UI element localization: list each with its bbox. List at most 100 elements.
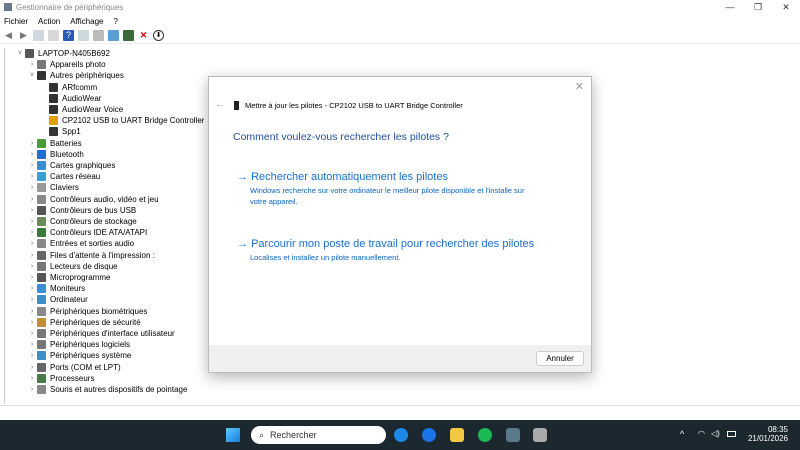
tree-item[interactable]: › Périphériques d'interface utilisateur: [27, 328, 175, 339]
download-icon[interactable]: ⬇: [153, 30, 164, 41]
file-explorer-icon[interactable]: [450, 428, 464, 442]
chevron-icon[interactable]: ›: [27, 252, 37, 259]
close-button[interactable]: ✕: [772, 0, 800, 14]
tree-item[interactable]: › Ordinateur: [27, 294, 88, 305]
tree-child-item[interactable]: AudioWear Voice: [39, 104, 123, 115]
scan-icon[interactable]: [93, 30, 104, 41]
tree-item[interactable]: › Ports (COM et LPT): [27, 362, 121, 373]
tree-item-label: Contrôleurs de bus USB: [50, 205, 137, 215]
tree-item[interactable]: › Périphériques système: [27, 350, 131, 361]
tree-item[interactable]: › Cartes graphiques: [27, 160, 115, 171]
tree-item-label: Souris et autres dispositifs de pointage: [50, 385, 188, 395]
chevron-icon[interactable]: ›: [27, 375, 37, 382]
chevron-icon[interactable]: ›: [27, 162, 37, 169]
chevron-icon[interactable]: ›: [27, 218, 37, 225]
chevron-icon[interactable]: ›: [27, 341, 37, 348]
tree-item-label: Files d'attente à l'impression :: [50, 250, 155, 260]
tree-item[interactable]: › Périphériques logiciels: [27, 339, 130, 350]
tree-item[interactable]: › Bluetooth: [27, 149, 84, 160]
chevron-icon[interactable]: ›: [27, 184, 37, 191]
chevron-icon[interactable]: ›: [27, 274, 37, 281]
browse-option[interactable]: → Parcourir mon poste de travail pour re…: [237, 238, 534, 263]
chevron-icon[interactable]: ›: [27, 196, 37, 203]
dialog-close-icon[interactable]: ✕: [575, 80, 584, 93]
tree-item[interactable]: › Entrées et sorties audio: [27, 238, 134, 249]
back-icon[interactable]: ◀: [3, 30, 14, 41]
chevron-icon[interactable]: ›: [27, 61, 37, 68]
chevron-icon[interactable]: ›: [27, 263, 37, 270]
clock[interactable]: 08:35 21/01/2026: [748, 425, 788, 443]
tree-item[interactable]: › Moniteurs: [27, 283, 85, 294]
chevron-icon[interactable]: ›: [27, 151, 37, 158]
chevron-icon[interactable]: ›: [27, 352, 37, 359]
tree-item[interactable]: ˅ Autres périphériques: [27, 70, 124, 81]
chevron-icon[interactable]: ›: [27, 330, 37, 337]
chevron-icon[interactable]: ›: [27, 207, 37, 214]
chevron-up-icon[interactable]: ^: [680, 429, 684, 439]
tree-child-item[interactable]: ARfcomm: [39, 82, 97, 93]
tree-item[interactable]: › Contrôleurs de bus USB: [27, 205, 136, 216]
update-driver-icon[interactable]: [123, 30, 134, 41]
tree-item[interactable]: › Processeurs: [27, 373, 94, 384]
device-category-icon: [37, 385, 46, 395]
chevron-icon[interactable]: ›: [27, 319, 37, 326]
tree-item-label: Cartes graphiques: [50, 161, 116, 171]
menu-help[interactable]: ?: [113, 17, 117, 26]
tree-item[interactable]: › Contrôleurs IDE ATA/ATAPI: [27, 227, 147, 238]
tree-item[interactable]: › Périphériques biométriques: [27, 306, 147, 317]
tree-item[interactable]: › Appareils photo: [27, 59, 106, 70]
tree-item[interactable]: › Souris et autres dispositifs de pointag…: [27, 384, 187, 395]
monitor-icon[interactable]: [108, 30, 119, 41]
tree-item[interactable]: › Lecteurs de disque: [27, 261, 118, 272]
maximize-button[interactable]: ❐: [744, 0, 772, 14]
taskbar-search[interactable]: ⌕ Rechercher: [251, 426, 386, 444]
tree-item[interactable]: › Contrôleurs audio, vidéo et jeu: [27, 194, 159, 205]
battery-icon[interactable]: [727, 431, 736, 437]
tree-item[interactable]: › Claviers: [27, 182, 79, 193]
tree-item[interactable]: › Contrôleurs de stockage: [27, 216, 137, 227]
tree-item[interactable]: › Cartes réseau: [27, 171, 100, 182]
view-icon[interactable]: [78, 30, 89, 41]
forward-icon[interactable]: ▶: [18, 30, 29, 41]
back-arrow-icon[interactable]: ←: [215, 99, 224, 109]
chevron-icon[interactable]: ›: [27, 285, 37, 292]
chevron-icon[interactable]: ›: [27, 173, 37, 180]
chevron-icon[interactable]: ˅: [27, 72, 37, 79]
volume-icon[interactable]: ◁): [711, 429, 720, 438]
edge-icon[interactable]: [394, 428, 408, 442]
menu-fichier[interactable]: Fichier: [4, 17, 28, 26]
properties-icon[interactable]: [48, 30, 59, 41]
tree-root[interactable]: ˅ LAPTOP-N405B692: [15, 48, 110, 59]
cancel-button[interactable]: Annuler: [536, 351, 584, 366]
auto-search-option[interactable]: → Rechercher automatiquement les pilotes…: [237, 171, 527, 207]
chevron-icon[interactable]: ›: [27, 364, 37, 371]
app-icon[interactable]: [506, 428, 520, 442]
minimize-button[interactable]: —: [716, 0, 744, 14]
spotify-icon[interactable]: [478, 428, 492, 442]
device-manager-taskbar-icon[interactable]: [533, 428, 547, 442]
chevron-icon[interactable]: ›: [27, 229, 37, 236]
chevron-icon[interactable]: ›: [27, 308, 37, 315]
show-hide-icon[interactable]: [33, 30, 44, 41]
tree-child-item[interactable]: AudioWear: [39, 93, 101, 104]
device-category-icon: [37, 351, 46, 361]
chevron-icon[interactable]: ›: [27, 296, 37, 303]
tree-child-item[interactable]: CP2102 USB to UART Bridge Controller: [39, 115, 204, 126]
tree-item[interactable]: › Files d'attente à l'impression :: [27, 250, 155, 261]
chevron-icon[interactable]: ›: [27, 240, 37, 247]
chevron-icon[interactable]: ›: [27, 140, 37, 147]
menu-affichage[interactable]: Affichage: [70, 17, 103, 26]
help-icon[interactable]: ?: [63, 30, 74, 41]
wifi-icon[interactable]: ◠: [698, 429, 705, 438]
chevron-icon[interactable]: ›: [27, 386, 37, 393]
start-icon[interactable]: [226, 428, 240, 442]
chevron-icon[interactable]: ˅: [15, 50, 25, 57]
tree-item[interactable]: › Batteries: [27, 138, 82, 149]
tree-item[interactable]: › Périphériques de sécurité: [27, 317, 141, 328]
messenger-icon[interactable]: [422, 428, 436, 442]
menu-action[interactable]: Action: [38, 17, 60, 26]
tree-child-item[interactable]: Spp1: [39, 126, 81, 137]
device-icon: [234, 101, 239, 110]
uninstall-icon[interactable]: ✕: [138, 30, 149, 41]
tree-item[interactable]: › Microprogramme: [27, 272, 110, 283]
